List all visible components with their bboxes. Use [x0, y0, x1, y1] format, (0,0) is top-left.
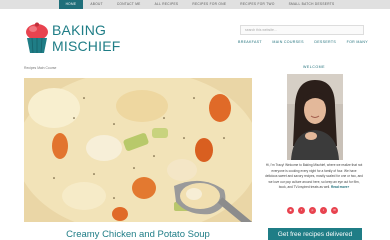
search-placeholder: search this website...: [245, 28, 277, 32]
nav-small-batch-desserts[interactable]: Small Batch Desserts: [282, 0, 342, 9]
nav-contact[interactable]: Contact Me: [110, 0, 148, 9]
post-title[interactable]: Creamy Chicken and Potato Soup: [24, 229, 252, 240]
nav-home[interactable]: Home: [58, 0, 84, 9]
logo-text-line2: MISCHIEF: [52, 38, 121, 54]
email-icon[interactable]: ✉: [331, 207, 338, 214]
nav-about[interactable]: About: [83, 0, 109, 9]
nav-main-courses[interactable]: Main Courses: [272, 40, 303, 44]
breadcrumb[interactable]: Recipes Main Course: [24, 66, 56, 70]
logo-text-line1: BAKING: [52, 22, 107, 38]
nav-all-recipes[interactable]: All Recipes: [148, 0, 186, 9]
nav-desserts[interactable]: Desserts: [314, 40, 336, 44]
nav-recipes-for-two[interactable]: Recipes for Two: [233, 0, 281, 9]
instagram-icon[interactable]: ◉: [287, 207, 294, 214]
nav-recipes-for-one[interactable]: Recipes for One: [185, 0, 233, 9]
category-nav: Breakfast Main Courses Desserts For Many: [238, 40, 368, 44]
author-bio: Hi, I'm Tracy! Welcome to Baking Mischie…: [265, 163, 363, 191]
site-logo[interactable]: BAKING MISCHIEF: [24, 21, 134, 55]
twitter-icon[interactable]: t: [320, 207, 327, 214]
hero-image: [24, 78, 252, 222]
sidebar-welcome-heading: Welcome: [302, 65, 326, 69]
nav-for-many[interactable]: For Many: [347, 40, 368, 44]
read-more-link[interactable]: Read more»: [331, 185, 349, 189]
newsletter-cta-button[interactable]: Get free recipes delivered: [268, 228, 362, 240]
top-nav: Home About Contact Me All Recipes Recipe…: [0, 0, 390, 9]
cupcake-icon: [26, 22, 48, 54]
author-photo: [287, 74, 343, 160]
pinterest-icon[interactable]: p: [309, 207, 316, 214]
search-input[interactable]: search this website...: [240, 25, 364, 35]
nav-breakfast[interactable]: Breakfast: [238, 40, 262, 44]
social-icons: ◉ f p t ✉: [287, 207, 338, 214]
facebook-icon[interactable]: f: [298, 207, 305, 214]
